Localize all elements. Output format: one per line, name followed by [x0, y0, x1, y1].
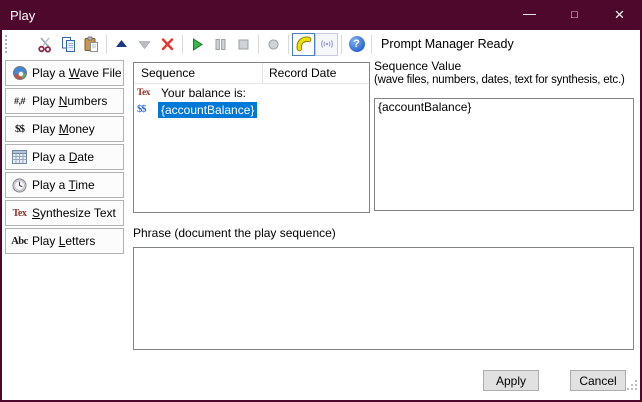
- maximize-button[interactable]: □: [552, 0, 597, 30]
- phrase-input[interactable]: [133, 247, 634, 350]
- numbers-icon: #,#: [10, 96, 29, 106]
- close-button[interactable]: ×: [597, 0, 642, 30]
- play-button[interactable]: [186, 33, 209, 56]
- toolbar: ? Prompt Manager Ready: [2, 30, 640, 58]
- pause-icon: [212, 36, 229, 53]
- apply-button[interactable]: Apply: [483, 370, 539, 391]
- delete-button[interactable]: [156, 33, 179, 56]
- record-button[interactable]: [262, 33, 285, 56]
- stop-button[interactable]: [232, 33, 255, 56]
- toolbar-grip[interactable]: [5, 35, 8, 53]
- money-icon: $$: [137, 104, 158, 115]
- play-dialog: Play — □ ×: [0, 0, 642, 402]
- delete-x-icon: [159, 36, 176, 53]
- tex-icon: Tex: [10, 208, 29, 219]
- down-arrow-icon: [136, 36, 153, 53]
- record-icon: [265, 36, 282, 53]
- paste-icon: [83, 36, 100, 53]
- button-label: Synthesize Text: [32, 206, 116, 220]
- status-text: Prompt Manager Ready: [381, 37, 514, 51]
- move-up-button[interactable]: [110, 33, 133, 56]
- cancel-button[interactable]: Cancel: [570, 370, 626, 391]
- toolbar-separator: [341, 35, 342, 54]
- help-button[interactable]: ?: [345, 33, 368, 56]
- dialog-content: Play a Wave File #,# Play Numbers $$ Pla…: [2, 58, 640, 400]
- titlebar: Play — □ ×: [0, 0, 642, 30]
- money-icon: $$: [10, 123, 29, 135]
- list-item-label: {accountBalance}: [158, 102, 257, 118]
- tex-icon: Tex: [137, 88, 158, 98]
- toolbar-separator: [182, 35, 183, 54]
- toolbar-separator: [288, 35, 289, 54]
- close-icon: ×: [615, 5, 625, 25]
- cd-disc-icon: [10, 66, 29, 80]
- copy-icon: [60, 36, 77, 53]
- resize-grip[interactable]: [628, 388, 637, 397]
- copy-button[interactable]: [57, 33, 80, 56]
- maximize-icon: □: [571, 9, 578, 21]
- button-label: Play a Time: [32, 178, 95, 192]
- letters-icon: Abc: [10, 236, 29, 247]
- play-date-button[interactable]: Play a Date: [5, 144, 124, 170]
- toolbar-separator: [371, 35, 372, 54]
- column-header-record-date[interactable]: Record Date: [263, 66, 336, 80]
- sequence-value-sublabel: (wave files, numbers, dates, text for sy…: [374, 74, 625, 86]
- calendar-icon: [10, 150, 29, 164]
- play-numbers-button[interactable]: #,# Play Numbers: [5, 88, 124, 114]
- button-label: Play a Date: [32, 150, 94, 164]
- window-title: Play: [10, 8, 35, 23]
- column-header-sequence[interactable]: Sequence: [134, 66, 262, 80]
- play-money-button[interactable]: $$ Play Money: [5, 116, 124, 142]
- paste-button[interactable]: [80, 33, 103, 56]
- synthesize-text-button[interactable]: Tex Synthesize Text: [5, 200, 124, 226]
- up-arrow-icon: [113, 36, 130, 53]
- minimize-icon: —: [523, 6, 536, 21]
- pause-button[interactable]: [209, 33, 232, 56]
- clock-icon: [10, 178, 29, 193]
- stop-icon: [235, 36, 252, 53]
- scissors-icon: [37, 36, 54, 53]
- list-item[interactable]: $$ {accountBalance}: [134, 101, 369, 118]
- button-label: Play Letters: [32, 234, 95, 248]
- toolbar-separator: [106, 35, 107, 54]
- play-over-phone-button[interactable]: [292, 33, 315, 56]
- play-icon: [189, 36, 206, 53]
- audio-wave-icon: [319, 36, 335, 52]
- button-label: Play a Wave File: [32, 66, 122, 80]
- toolbar-separator: [258, 35, 259, 54]
- window-controls: — □ ×: [507, 0, 642, 30]
- sequence-value-input[interactable]: {accountBalance}: [374, 98, 634, 211]
- list-item[interactable]: Tex Your balance is:: [134, 84, 369, 101]
- button-label: Play Numbers: [32, 94, 107, 108]
- phone-icon: [296, 36, 312, 52]
- sequence-value-label: Sequence Value: [374, 59, 461, 74]
- play-audio-button[interactable]: [315, 33, 338, 56]
- minimize-button[interactable]: —: [507, 0, 552, 30]
- sequence-list-header: Sequence Record Date: [134, 63, 369, 84]
- button-label: Play Money: [32, 122, 95, 136]
- play-wave-file-button[interactable]: Play a Wave File: [5, 60, 124, 86]
- cut-button[interactable]: [34, 33, 57, 56]
- play-time-button[interactable]: Play a Time: [5, 172, 124, 198]
- phrase-label: Phrase (document the play sequence): [133, 226, 336, 240]
- move-down-button[interactable]: [133, 33, 156, 56]
- list-item-label: Your balance is:: [158, 85, 249, 101]
- play-letters-button[interactable]: Abc Play Letters: [5, 228, 124, 254]
- sequence-list: Sequence Record Date Tex Your balance is…: [133, 62, 370, 213]
- help-icon: ?: [349, 36, 365, 52]
